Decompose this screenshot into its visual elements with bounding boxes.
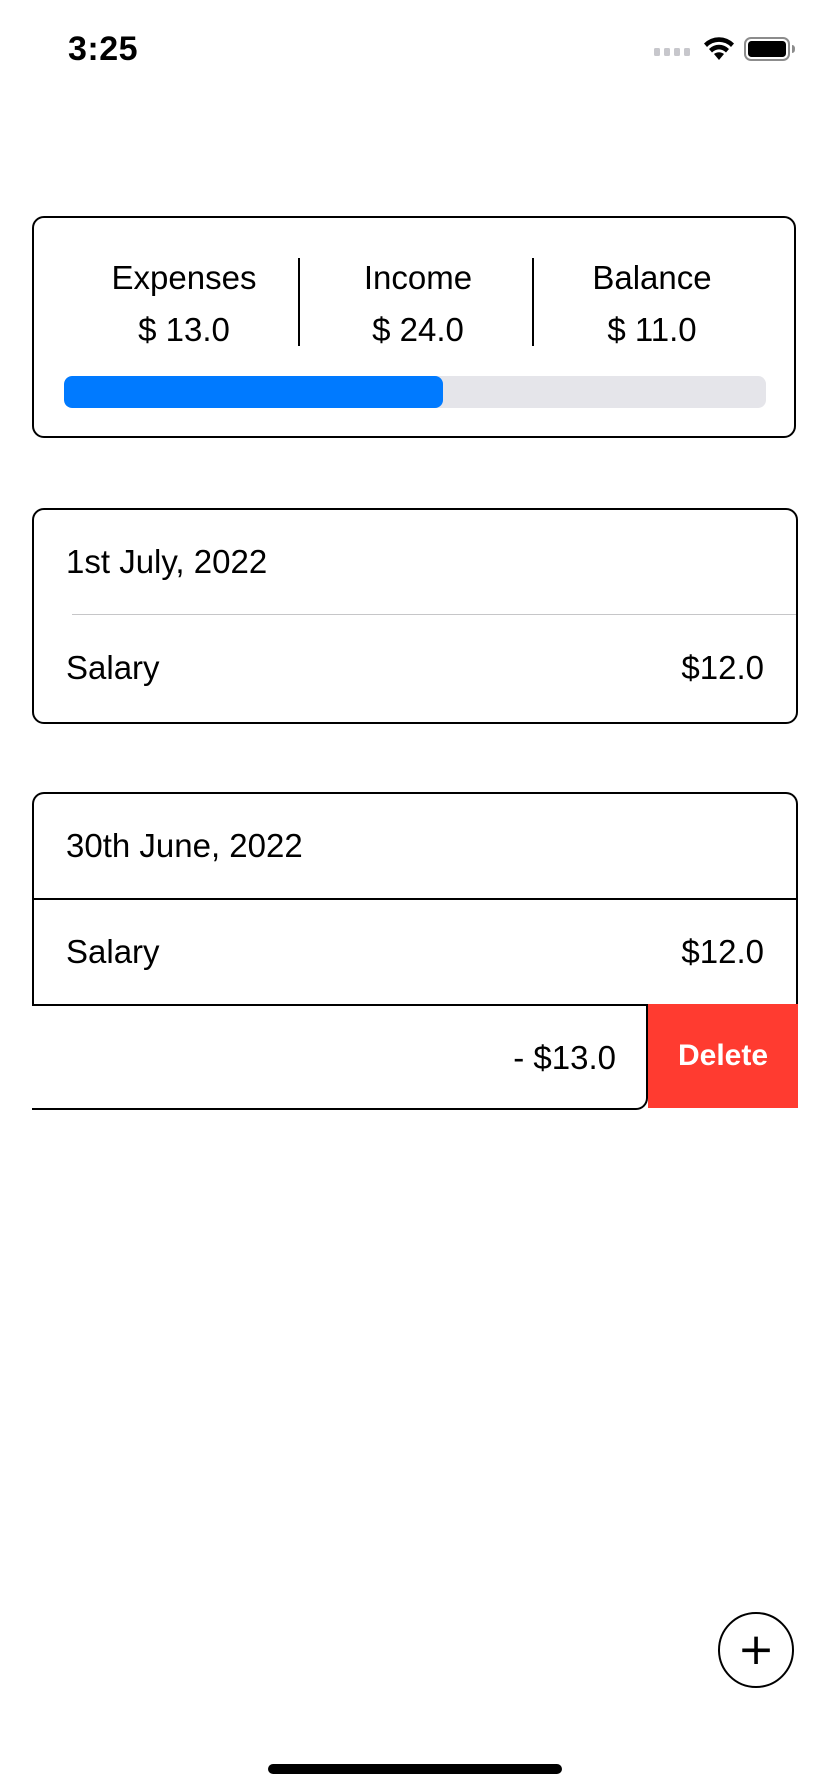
transaction-row[interactable]: - $13.0 (32, 1004, 648, 1110)
transaction-amount: $12.0 (681, 933, 764, 970)
day-date-header: 1st July, 2022 (66, 543, 268, 580)
expense-progress-fill (64, 376, 444, 408)
clipped-label-edge (32, 1052, 36, 1068)
transaction-row[interactable]: Salary $12.0 (34, 900, 796, 1004)
transaction-label: Salary (66, 933, 160, 970)
balance-value: $ 11.0 (607, 311, 697, 348)
cellular-signal-icon (654, 48, 690, 56)
income-summary: Income $ 24.0 (328, 252, 508, 356)
transaction-amount: - $13.0 (513, 1039, 616, 1076)
status-time: 3:25 (68, 30, 139, 68)
row-separator (72, 614, 796, 615)
summary-card: Expenses $ 13.0 Income $ 24.0 Balance $ … (32, 216, 796, 438)
expenses-value: $ 13.0 (138, 311, 230, 348)
home-indicator (268, 1764, 562, 1774)
summary-divider (298, 258, 300, 346)
expenses-summary: Expenses $ 13.0 (94, 252, 274, 356)
transaction-label: Salary (66, 649, 160, 686)
transaction-amount: $12.0 (681, 649, 764, 686)
day-date-header: 30th June, 2022 (66, 827, 303, 864)
income-label: Income (363, 259, 473, 296)
balance-label: Balance (592, 259, 712, 296)
day-section: 30th June, 2022 Salary $12.0 (32, 792, 798, 1008)
status-bar: 3:25 (0, 0, 828, 100)
delete-button[interactable]: Delete (648, 1004, 798, 1108)
expense-progress-bar (64, 376, 766, 408)
plus-icon: + (737, 1624, 775, 1675)
income-value: $ 24.0 (372, 311, 464, 348)
summary-divider (532, 258, 534, 346)
swiped-transaction-row[interactable]: - $13.0 Delete (32, 1004, 798, 1112)
expenses-label: Expenses (111, 259, 257, 296)
add-transaction-button[interactable]: + (718, 1612, 794, 1688)
wifi-icon (704, 37, 734, 60)
balance-summary: Balance $ 11.0 (562, 252, 742, 356)
transaction-row[interactable]: Salary $12.0 (34, 616, 796, 720)
battery-icon (744, 37, 795, 61)
day-section: 1st July, 2022 Salary $12.0 (32, 508, 798, 724)
